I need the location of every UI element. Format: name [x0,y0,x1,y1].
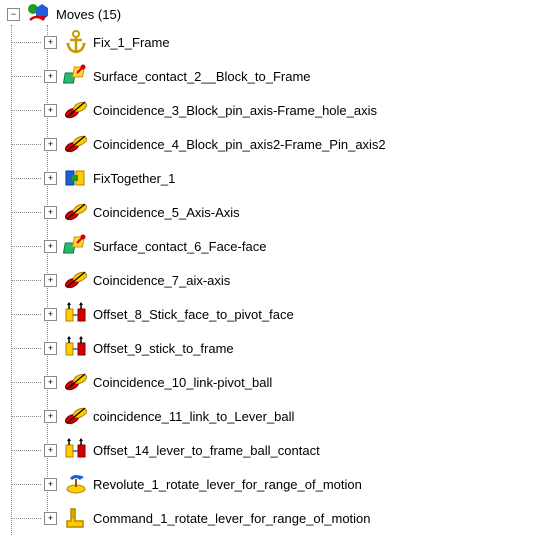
offset-icon [63,437,89,463]
offset-icon [63,335,89,361]
expander[interactable]: + [44,70,57,83]
coincidence-icon [63,199,89,225]
constraint-tree[interactable]: − Moves (15) + Fix_1_Frame + Surface_contac… [0,0,535,535]
tree-item[interactable]: + Surface_contact_2__Block_to_Frame [44,59,535,93]
tree-connector [11,212,41,213]
expander[interactable]: + [44,444,57,457]
tree-item-label: Offset_9_stick_to_frame [93,341,234,356]
tree-item[interactable]: + Command_1_rotate_lever_for_range_of_mot… [44,501,535,535]
tree-item-label: Fix_1_Frame [93,35,170,50]
tree-item[interactable]: + Revolute_1_rotate_lever_for_range_of_mo… [44,467,535,501]
tree-connector [11,110,41,111]
tree-item[interactable]: + Offset_9_stick_to_frame [44,331,535,365]
expander[interactable]: + [44,206,57,219]
expander[interactable]: + [44,410,57,423]
tree-root-row[interactable]: − Moves (15) [0,3,535,25]
tree-connector [11,518,41,519]
tree-item[interactable]: + Coincidence_3_Block_pin_axis-Frame_hole… [44,93,535,127]
tree-item-label: Command_1_rotate_lever_for_range_of_moti… [93,511,371,526]
tree-item[interactable]: + Coincidence_7_aix-axis [44,263,535,297]
tree-item[interactable]: + Coincidence_4_Block_pin_axis2-Frame_Pin… [44,127,535,161]
expander-root[interactable]: − [7,8,20,21]
tree-connector [11,144,41,145]
tree-item-label: Offset_8_Stick_face_to_pivot_face [93,307,294,322]
tree-item[interactable]: + Surface_contact_6_Face-face [44,229,535,263]
tree-item[interactable]: + Offset_14_lever_to_frame_ball_contact [44,433,535,467]
coincidence-icon [63,403,89,429]
surface-icon [63,233,89,259]
tree-children: + Fix_1_Frame + Surface_contact_2__Block_to… [0,25,535,535]
coincidence-icon [63,131,89,157]
fixtogether-icon [63,165,89,191]
expander[interactable]: + [44,240,57,253]
coincidence-icon [63,267,89,293]
expander[interactable]: + [44,308,57,321]
expander[interactable]: + [44,172,57,185]
tree-item[interactable]: + Fix_1_Frame [44,25,535,59]
tree-item-label: Coincidence_4_Block_pin_axis2-Frame_Pin_… [93,137,386,152]
expander[interactable]: + [44,138,57,151]
expander[interactable]: + [44,376,57,389]
anchor-icon [63,29,89,55]
tree-connector [11,450,41,451]
tree-connector [11,246,41,247]
root-label: Moves (15) [56,7,121,22]
tree-item-label: Offset_14_lever_to_frame_ball_contact [93,443,320,458]
moves-icon [26,1,52,27]
tree-item-label: Coincidence_3_Block_pin_axis-Frame_hole_… [93,103,377,118]
expander[interactable]: + [44,478,57,491]
expander[interactable]: + [44,274,57,287]
tree-connector [11,314,41,315]
coincidence-icon [63,369,89,395]
expander[interactable]: + [44,342,57,355]
tree-item[interactable]: + Coincidence_5_Axis-Axis [44,195,535,229]
tree-connector [11,280,41,281]
tree-item-label: Revolute_1_rotate_lever_for_range_of_mot… [93,477,362,492]
tree-connector [11,382,41,383]
tree-connector [11,484,41,485]
tree-connector [11,76,41,77]
tree-item-label: Coincidence_10_link-pivot_ball [93,375,272,390]
coincidence-icon [63,97,89,123]
expander[interactable]: + [44,36,57,49]
tree-connector [11,42,41,43]
tree-connector [11,178,41,179]
tree-item[interactable]: + FixTogether_1 [44,161,535,195]
tree-item-label: FixTogether_1 [93,171,175,186]
tree-item-label: Coincidence_5_Axis-Axis [93,205,240,220]
tree-item-label: Surface_contact_2__Block_to_Frame [93,69,311,84]
tree-item[interactable]: + coincidence_11_link_to_Lever_ball [44,399,535,433]
surface-icon [63,63,89,89]
command-icon [63,505,89,531]
tree-item-label: Coincidence_7_aix-axis [93,273,230,288]
expander[interactable]: + [44,104,57,117]
tree-item-label: coincidence_11_link_to_Lever_ball [93,409,294,424]
tree-item[interactable]: + Offset_8_Stick_face_to_pivot_face [44,297,535,331]
expander[interactable]: + [44,512,57,525]
tree-item[interactable]: + Coincidence_10_link-pivot_ball [44,365,535,399]
tree-connector [11,348,41,349]
tree-connector [11,416,41,417]
offset-icon [63,301,89,327]
revolute-icon [63,471,89,497]
tree-item-label: Surface_contact_6_Face-face [93,239,266,254]
